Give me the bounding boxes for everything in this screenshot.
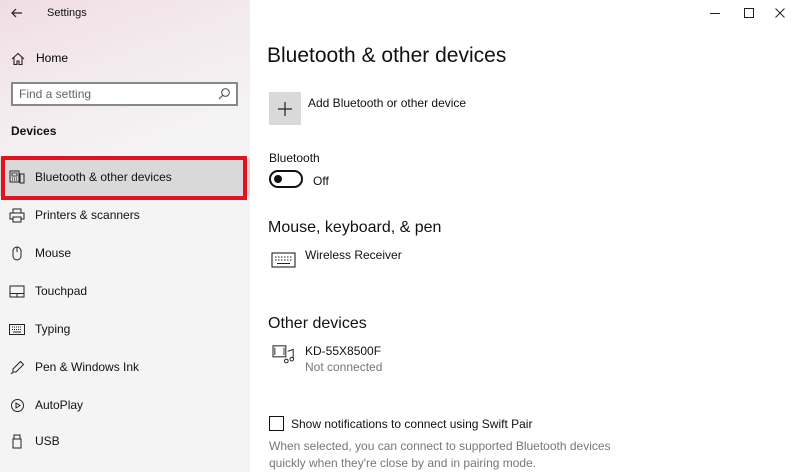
maximize-button[interactable] — [734, 0, 764, 26]
sidebar-item-label: USB — [35, 434, 60, 448]
search-box[interactable] — [11, 82, 238, 106]
minimize-icon — [710, 13, 720, 14]
add-device-button[interactable]: Add Bluetooth or other device — [269, 92, 649, 126]
section-title-other-devices: Other devices — [268, 315, 367, 332]
close-icon — [775, 8, 785, 18]
sidebar-item-autoplay[interactable]: AutoPlay — [0, 386, 250, 424]
bluetooth-state: Off — [313, 174, 329, 188]
plus-icon — [269, 92, 301, 125]
device-kd-55x8500f[interactable]: KD-55X8500F Not connected — [270, 344, 690, 380]
toggle-knob — [274, 175, 282, 183]
search-input[interactable] — [19, 86, 209, 102]
page-title: Bluetooth & other devices — [267, 44, 507, 67]
sidebar-item-label: Pen & Windows Ink — [35, 360, 140, 374]
sidebar-item-usb[interactable]: USB — [0, 422, 250, 460]
swift-pair-label[interactable]: Show notifications to connect using Swif… — [291, 417, 532, 431]
title-bar: Settings — [0, 0, 250, 28]
home-icon — [11, 52, 25, 66]
minimize-button[interactable] — [700, 0, 730, 26]
app-title: Settings — [47, 7, 87, 19]
touchpad-icon — [8, 283, 26, 299]
printer-icon — [8, 207, 26, 223]
bluetooth-label: Bluetooth — [269, 151, 320, 165]
bluetooth-toggle[interactable] — [269, 170, 303, 188]
nav-home-label: Home — [36, 51, 69, 65]
sidebar-item-label: AutoPlay — [35, 398, 84, 412]
sidebar-item-printers[interactable]: Printers & scanners — [0, 196, 250, 234]
close-button[interactable] — [765, 0, 795, 26]
sidebar-item-pen[interactable]: Pen & Windows Ink — [0, 348, 250, 386]
swift-pair-checkbox[interactable] — [269, 416, 284, 431]
back-button[interactable] — [6, 3, 28, 23]
device-name: KD-55X8500F — [305, 344, 382, 358]
section-heading-devices: Devices — [11, 124, 57, 138]
sidebar-item-touchpad[interactable]: Touchpad — [0, 272, 250, 310]
autoplay-icon — [8, 397, 26, 413]
section-title-mouse-keyboard-pen: Mouse, keyboard, & pen — [268, 219, 442, 236]
sidebar: Settings Home Devices Bluetooth & other … — [0, 0, 250, 472]
device-wireless-receiver[interactable]: Wireless Receiver — [270, 248, 690, 284]
device-status: Not connected — [305, 360, 383, 374]
sidebar-item-typing[interactable]: Typing — [0, 310, 250, 348]
nav-home[interactable]: Home — [0, 44, 250, 72]
back-arrow-icon — [11, 8, 22, 18]
keyboard-icon — [8, 321, 26, 337]
sidebar-item-bluetooth[interactable]: Bluetooth & other devices — [0, 158, 250, 196]
search-icon[interactable] — [217, 87, 231, 101]
sidebar-item-label: Mouse — [35, 246, 72, 260]
sidebar-item-label: Typing — [35, 322, 71, 336]
maximize-icon — [744, 8, 754, 18]
sidebar-item-mouse[interactable]: Mouse — [0, 234, 250, 272]
swift-pair-description: When selected, you can connect to suppor… — [269, 439, 611, 470]
bluetooth-devices-icon — [8, 169, 26, 185]
device-name: Wireless Receiver — [305, 248, 402, 262]
sidebar-item-label: Touchpad — [35, 284, 88, 298]
pen-icon — [8, 359, 26, 375]
mouse-icon — [8, 245, 26, 261]
media-device-icon — [272, 345, 295, 364]
add-device-label: Add Bluetooth or other device — [308, 96, 467, 110]
usb-icon — [8, 433, 26, 449]
sidebar-item-label: Printers & scanners — [35, 208, 140, 222]
sidebar-item-label: Bluetooth & other devices — [35, 170, 172, 184]
keyboard-icon — [271, 252, 296, 268]
